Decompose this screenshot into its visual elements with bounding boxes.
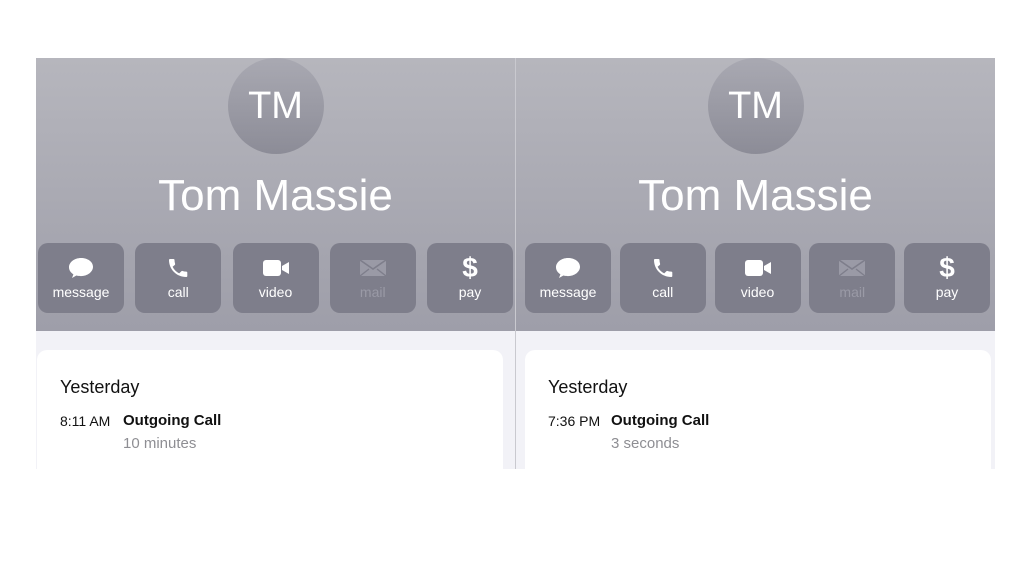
avatar[interactable]: TM [707, 58, 804, 154]
call-duration: 3 seconds [611, 435, 680, 452]
contact-header: TM Tom Massie message call video mail $ … [516, 58, 995, 331]
contact-actions: message call video mail $ pay [38, 243, 513, 313]
pay-label: pay [458, 284, 482, 300]
video-button[interactable]: video [232, 243, 319, 313]
call-history-card: Yesterday 8:11 AM Outgoing Call 10 minut… [37, 350, 503, 469]
phone-icon [163, 255, 193, 281]
contact-name: Tom Massie [638, 171, 873, 220]
contact-name: Tom Massie [158, 171, 393, 220]
message-button[interactable]: message [38, 243, 124, 313]
mail-label: mail [359, 284, 386, 300]
call-button[interactable]: call [619, 243, 706, 313]
screenshot-pair: TM Tom Massie message call video mail $ … [36, 58, 995, 469]
pay-label: pay [935, 284, 959, 300]
message-label: message [539, 284, 597, 300]
mail-button[interactable]: mail [809, 243, 896, 313]
video-camera-icon [743, 255, 773, 281]
call-duration: 10 minutes [123, 435, 197, 452]
envelope-icon [358, 255, 388, 281]
dollar-icon: $ [939, 252, 955, 283]
mail-label: mail [839, 284, 866, 300]
video-label: video [258, 284, 293, 300]
call-time: 7:36 PM [548, 413, 601, 429]
pay-button[interactable]: $ pay [427, 243, 513, 313]
pay-button[interactable]: $ pay [904, 243, 990, 313]
envelope-icon [837, 255, 867, 281]
video-button[interactable]: video [714, 243, 801, 313]
call-type: Outgoing Call [611, 412, 710, 429]
call-date: Yesterday [548, 377, 628, 397]
call-history-card: Yesterday 7:36 PM Outgoing Call 3 second… [525, 350, 991, 469]
call-label: call [652, 284, 674, 300]
message-label: message [52, 284, 110, 300]
message-bubble-icon [66, 255, 96, 281]
message-bubble-icon [553, 255, 583, 281]
contact-header: TM Tom Massie message call video mail $ … [36, 58, 515, 331]
call-time: 8:11 AM [60, 413, 111, 429]
call-label: call [167, 284, 189, 300]
call-type: Outgoing Call [123, 412, 222, 429]
contact-actions: message call video mail $ pay [525, 243, 990, 313]
message-button[interactable]: message [525, 243, 611, 313]
video-camera-icon [261, 255, 291, 281]
phone-icon [648, 255, 678, 281]
contact-screen-right: TM Tom Massie message call video mail $ … [516, 58, 995, 469]
avatar[interactable]: TM [227, 58, 324, 154]
call-button[interactable]: call [135, 243, 222, 313]
mail-button[interactable]: mail [329, 243, 416, 313]
contact-screen-left: TM Tom Massie message call video mail $ … [36, 58, 515, 469]
call-date: Yesterday [60, 377, 140, 397]
video-label: video [740, 284, 775, 300]
dollar-icon: $ [462, 252, 478, 283]
